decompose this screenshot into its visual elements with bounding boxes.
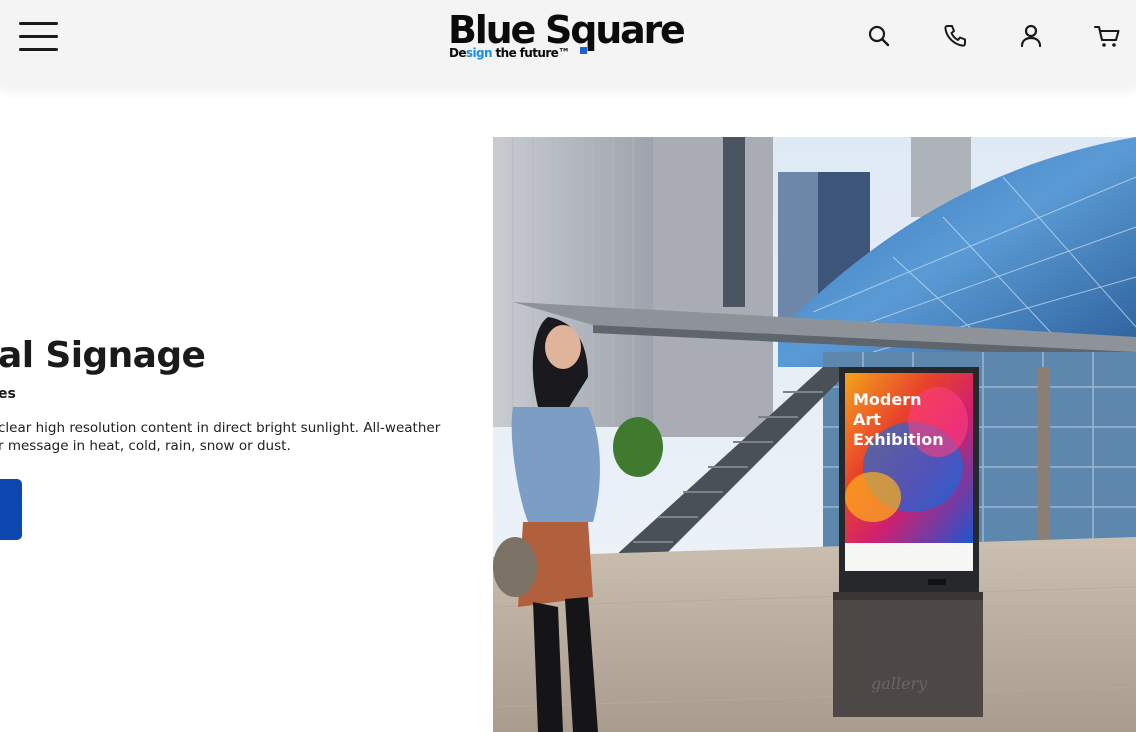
search-icon[interactable] [865, 22, 893, 50]
poster-line-3: Exhibition [853, 430, 944, 449]
menu-icon[interactable] [19, 22, 59, 52]
cart-icon[interactable] [1093, 22, 1121, 50]
kiosk-gallery-label: gallery [871, 674, 928, 693]
brand-logo[interactable]: Blue Square Design the future™ [448, 8, 688, 68]
hero-cta-button[interactable] [0, 479, 22, 540]
hero-description-line-2: r message in heat, cold, rain, snow or d… [0, 437, 291, 454]
brand-tagline: Design the future™ [449, 46, 570, 60]
site-header: Blue Square Design the future™ [0, 0, 1136, 87]
phone-icon[interactable] [941, 22, 969, 50]
hero-description-line-1: clear high resolution content in direct … [0, 420, 441, 436]
poster-line-2: Art [853, 410, 881, 429]
user-icon[interactable] [1017, 22, 1045, 50]
hero-subtitle: es [0, 386, 16, 402]
hero-title: al Signage [0, 335, 206, 376]
hero-description: clear high resolution content in direct … [0, 420, 441, 455]
hero-image: gallery Modern Art Exhibition [493, 137, 1136, 732]
logo-square-mark [580, 47, 587, 54]
poster-line-1: Modern [853, 390, 922, 409]
